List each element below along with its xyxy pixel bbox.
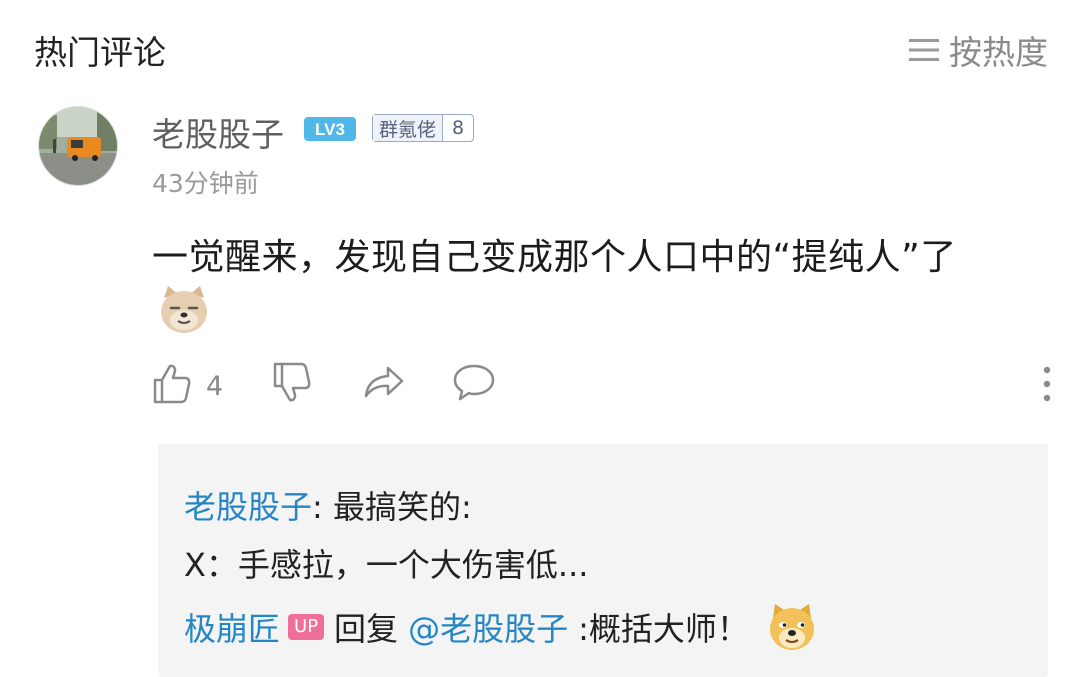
sort-label: 按热度: [949, 33, 1048, 72]
share-arrow-icon: [362, 362, 406, 409]
comment-action-bar: 4: [152, 362, 1052, 412]
comments-header: 热门评论 按热度: [0, 0, 1080, 92]
replies-preview[interactable]: 老股股子 : 最搞笑的: X：手感拉，一个大伤害低... 极崩匠 UP 回复 @…: [158, 444, 1048, 677]
hot-comments-title: 热门评论: [34, 33, 166, 72]
comment-username[interactable]: 老股股子: [152, 108, 284, 156]
thumbs-down-icon: [272, 362, 312, 411]
reply-item: 老股股子 : 最搞笑的:: [184, 482, 472, 528]
level-badge-icon: LV3: [304, 117, 356, 145]
comment-text: 一觉醒来，发现自己变成那个人口中的“提纯人”了: [152, 237, 957, 278]
reply-mention[interactable]: @老股股子: [408, 604, 568, 650]
reply-button[interactable]: [452, 362, 496, 409]
menu-lines-icon: [909, 31, 949, 70]
reply-username[interactable]: 老股股子: [184, 482, 312, 528]
dog-emoji-icon: [158, 284, 210, 340]
dislike-button[interactable]: [272, 362, 312, 411]
up-tag-badge: UP: [288, 614, 325, 640]
share-button[interactable]: [362, 362, 406, 409]
reply-item-continued: X：手感拉，一个大伤害低...: [184, 540, 588, 586]
sort-by-hot-button[interactable]: 按热度: [909, 26, 1048, 74]
reply-verb: 回复: [334, 610, 399, 648]
fan-medal-badge[interactable]: 群氪佬 8: [372, 114, 475, 142]
chat-bubble-icon: [452, 362, 496, 409]
fan-medal-level: 8: [452, 117, 465, 139]
vertical-dots-icon: [1042, 366, 1052, 406]
reply-text: : 最搞笑的:: [312, 488, 472, 526]
like-button[interactable]: 4: [152, 362, 223, 411]
thumbs-up-icon: [152, 362, 192, 411]
reply-text: :概括大师！: [578, 610, 749, 648]
reply-item: 极崩匠 UP 回复 @老股股子 :概括大师！: [184, 602, 817, 652]
comment-timestamp: 43分钟前: [152, 169, 259, 198]
level-badge-text: LV3: [315, 120, 345, 139]
avatar[interactable]: [38, 106, 118, 186]
reply-text: X：手感拉，一个大伤害低...: [184, 546, 589, 584]
doge-emoji-icon: [767, 602, 817, 652]
fan-medal-name: 群氪佬: [373, 115, 444, 141]
reply-username[interactable]: 极崩匠: [184, 604, 280, 650]
more-options-button[interactable]: [1042, 366, 1052, 406]
like-count: 4: [206, 371, 224, 402]
